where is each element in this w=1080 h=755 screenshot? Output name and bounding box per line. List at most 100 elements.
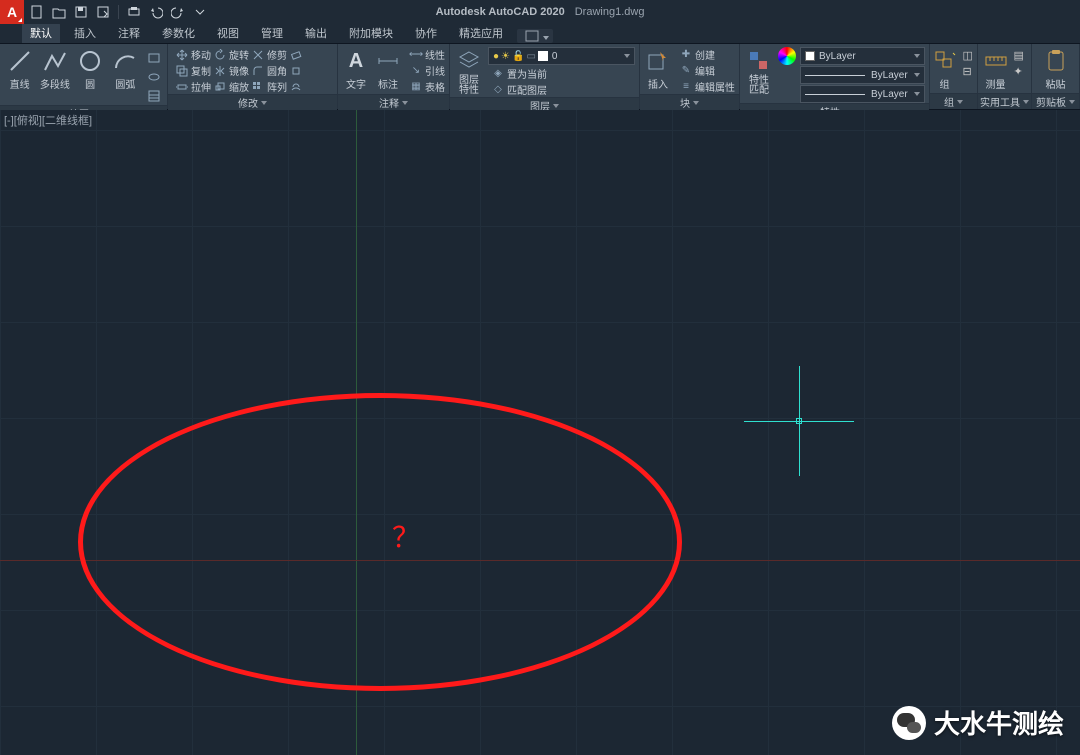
- leader-button[interactable]: ↘引线: [406, 63, 448, 78]
- grid-line: [0, 322, 1080, 323]
- tab-view[interactable]: 视图: [209, 23, 247, 43]
- tab-collab[interactable]: 协作: [407, 23, 445, 43]
- grid-line: [960, 110, 961, 755]
- rotate-icon[interactable]: [213, 48, 227, 62]
- point-icon[interactable]: ✦: [1014, 65, 1028, 79]
- rectangle-icon[interactable]: [145, 49, 163, 67]
- text-button[interactable]: A 文字: [342, 47, 370, 91]
- product-name: Autodesk AutoCAD 2020: [436, 6, 565, 18]
- qat-dropdown-icon[interactable]: [191, 3, 209, 21]
- arc-button[interactable]: 圆弧: [110, 47, 141, 91]
- ribbon: 直线 多段线 圆 圆弧: [0, 44, 1080, 110]
- panel-modify-title[interactable]: 修改: [168, 94, 337, 110]
- app-menu-button[interactable]: A: [0, 0, 24, 24]
- match-properties-button[interactable]: 特性 匹配: [744, 47, 774, 96]
- block-insert-icon: [644, 47, 672, 75]
- group-button[interactable]: 组: [931, 47, 959, 91]
- qat-undo-icon[interactable]: [147, 3, 165, 21]
- calculator-icon[interactable]: ▤: [1014, 49, 1028, 63]
- dimension-icon: [374, 47, 402, 75]
- panel-group-title[interactable]: 组: [930, 93, 977, 109]
- trim-icon[interactable]: [251, 48, 265, 62]
- panel-draw: 直线 多段线 圆 圆弧: [0, 44, 168, 109]
- linear-icon: ⟷: [409, 48, 423, 62]
- tab-default[interactable]: 默认: [22, 23, 60, 43]
- panel-utilities: 测量 ▤ ✦ 实用工具: [978, 44, 1032, 109]
- color-wheel-icon[interactable]: [778, 47, 796, 65]
- table-button[interactable]: ▦表格: [406, 79, 448, 94]
- lineweight-dropdown[interactable]: ByLayer: [800, 66, 925, 84]
- copy-icon[interactable]: [175, 64, 189, 78]
- panel-block-title[interactable]: 块: [640, 94, 739, 110]
- line-icon: [6, 47, 34, 75]
- block-edit-button[interactable]: ✎编辑: [676, 63, 738, 78]
- group-icon: [931, 47, 959, 75]
- layer-color-swatch: [538, 51, 548, 61]
- leader-icon: ↘: [409, 64, 423, 78]
- tab-insert[interactable]: 插入: [66, 23, 104, 43]
- group-edit-icon[interactable]: ◫: [963, 49, 977, 63]
- block-attr-button[interactable]: ≡编辑属性: [676, 79, 738, 94]
- panel-clip-title[interactable]: 剪贴板: [1032, 93, 1079, 109]
- move-icon[interactable]: [175, 48, 189, 62]
- linetype-sample: [805, 94, 865, 95]
- ellipse-icon[interactable]: [145, 68, 163, 86]
- tab-annotate[interactable]: 注释: [110, 23, 148, 43]
- lightbulb-icon: ●: [493, 51, 499, 62]
- offset-icon[interactable]: [289, 80, 303, 94]
- panel-group: 组 ◫ ⊟ 组: [930, 44, 978, 109]
- qat-plot-icon[interactable]: [125, 3, 143, 21]
- qat-save-icon[interactable]: [72, 3, 90, 21]
- panel-layers: 图层 特性 ● ☀ 🔓 ▭ 0 ◈置为当前 ◇匹配图层 图层: [450, 44, 640, 109]
- grid-line: [672, 110, 673, 755]
- fillet-icon[interactable]: [251, 64, 265, 78]
- dim-button[interactable]: 标注: [374, 47, 402, 91]
- make-current-button[interactable]: ◈置为当前: [488, 66, 635, 81]
- linetype-dropdown[interactable]: ByLayer: [800, 85, 925, 103]
- block-create-button[interactable]: ✚创建: [676, 47, 738, 62]
- clipboard-icon: [1042, 47, 1070, 75]
- panel-util-title[interactable]: 实用工具: [978, 93, 1031, 109]
- erase-icon[interactable]: [289, 48, 303, 62]
- tab-addins[interactable]: 附加模块: [341, 23, 401, 43]
- linear-dim-button[interactable]: ⟷线性: [406, 47, 448, 62]
- tab-output[interactable]: 输出: [297, 23, 335, 43]
- circle-button[interactable]: 圆: [75, 47, 106, 91]
- tab-parametric[interactable]: 参数化: [154, 23, 203, 43]
- color-swatch: [805, 51, 815, 61]
- paste-button[interactable]: 粘贴: [1040, 47, 1072, 91]
- match-layer-button[interactable]: ◇匹配图层: [488, 82, 635, 97]
- viewport-label[interactable]: [-][俯视][二维线框]: [4, 112, 92, 128]
- measure-icon: [982, 47, 1010, 75]
- tab-extra-dropdown[interactable]: [517, 29, 553, 43]
- polyline-button[interactable]: 多段线: [39, 47, 70, 91]
- array-icon[interactable]: [251, 80, 265, 94]
- window-title: Autodesk AutoCAD 2020 Drawing1.dwg: [436, 6, 645, 18]
- text-icon: A: [342, 47, 370, 75]
- stretch-icon[interactable]: [175, 80, 189, 94]
- layer-match-icon: ◇: [491, 83, 505, 97]
- scale-icon[interactable]: [213, 80, 227, 94]
- qat-open-icon[interactable]: [50, 3, 68, 21]
- insert-block-button[interactable]: 插入: [644, 47, 672, 91]
- layer-properties-button[interactable]: 图层 特性: [454, 47, 484, 96]
- qat-saveas-icon[interactable]: [94, 3, 112, 21]
- mirror-icon[interactable]: [213, 64, 227, 78]
- hatch-icon[interactable]: [145, 87, 163, 105]
- qat-redo-icon[interactable]: [169, 3, 187, 21]
- layer-dropdown[interactable]: ● ☀ 🔓 ▭ 0: [488, 47, 635, 65]
- panel-annot-title[interactable]: 注释: [338, 94, 449, 110]
- tab-featured[interactable]: 精选应用: [451, 23, 511, 43]
- polyline-icon: [41, 47, 69, 75]
- watermark-text: 大水牛测绘: [934, 704, 1064, 741]
- line-button[interactable]: 直线: [4, 47, 35, 91]
- drawing-area[interactable]: [-][俯视][二维线框] ？ 大水牛测绘: [0, 110, 1080, 755]
- qat-new-icon[interactable]: [28, 3, 46, 21]
- ungroup-icon[interactable]: ⊟: [963, 65, 977, 79]
- color-dropdown[interactable]: ByLayer: [800, 47, 925, 65]
- tab-manage[interactable]: 管理: [253, 23, 291, 43]
- modify-row2: 复制 镜像 圆角: [172, 63, 333, 78]
- explode-icon[interactable]: [289, 64, 303, 78]
- measure-button[interactable]: 测量: [982, 47, 1010, 91]
- layers-icon: [455, 47, 483, 75]
